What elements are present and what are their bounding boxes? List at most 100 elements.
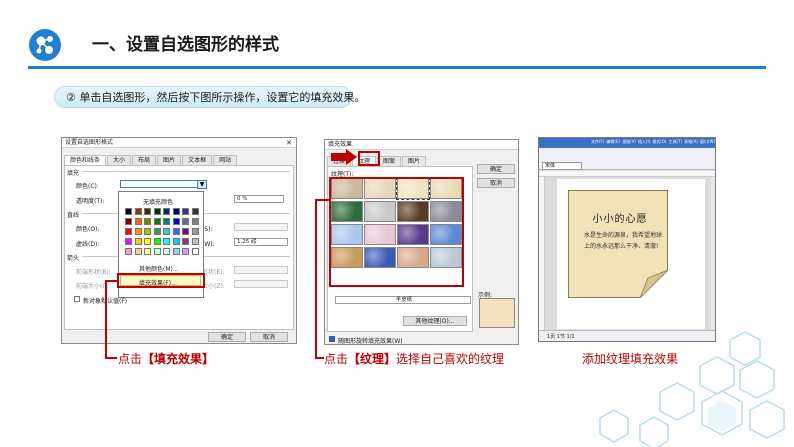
vertical-scrollbar[interactable] [711,177,715,330]
color-swatch[interactable] [172,228,180,235]
color-swatch[interactable] [163,248,170,255]
shape-body-text: 水是生命的源泉，我希望地球上的水永远那么干净、清澈! [584,232,663,250]
color-swatch[interactable] [125,248,132,255]
color-swatch[interactable] [125,228,132,235]
no-fill-option[interactable]: 无填充颜色 [143,197,173,206]
tab-picture[interactable]: 图片 [157,155,182,165]
cancel-button[interactable]: 取消 [477,178,515,188]
tab-size[interactable]: 大小 [107,155,132,165]
line-color-label: 颜色(O): [76,226,100,233]
other-texture-button[interactable]: 其他纹理(O)... [403,316,467,326]
tab-picture[interactable]: 图片 [402,156,427,166]
ok-button[interactable]: 确定 [208,332,246,342]
color-swatch[interactable] [182,238,189,245]
color-swatch[interactable] [153,208,161,215]
font-dropdown[interactable]: 宋体 [542,162,582,170]
weight-field[interactable]: 1.25 磅 [234,238,288,246]
color-swatch[interactable] [191,238,199,245]
tab-layout[interactable]: 布局 [132,155,157,165]
color-swatch[interactable] [172,208,180,215]
callout-line [105,357,117,359]
color-swatch[interactable] [191,208,199,215]
color-swatch[interactable] [172,248,180,255]
tab-colors-lines[interactable]: 颜色和线条 [64,155,107,165]
color-swatch[interactable] [182,248,189,255]
default-checkbox[interactable] [74,296,80,302]
color-swatch[interactable] [163,208,170,215]
page-title: 一、设置自选图形的样式 [92,35,279,55]
word-menu-item[interactable]: 插入(I) [638,139,650,145]
ruler [539,171,715,177]
color-swatch[interactable] [172,238,180,245]
word-menu-item[interactable]: 表格(A) [684,139,698,145]
color-swatch[interactable] [134,238,142,245]
color-swatch[interactable] [163,228,170,235]
hexagon-decoration-icon [599,331,785,447]
fill-color-dropdown[interactable] [120,180,204,188]
color-swatch[interactable] [125,208,132,215]
chevron-down-icon[interactable]: ▼ [197,180,207,189]
color-swatch[interactable] [163,218,170,225]
color-swatch[interactable] [134,248,142,255]
begin-style-label: 前端形状(B): [76,269,111,276]
line-section-label: 直线 [67,212,80,219]
caption-keyword: 【纹理】 [348,352,397,366]
shape-heading: 小小的心愿 [592,214,648,225]
texture-grid-callout-box [329,177,464,287]
word-menu-item[interactable]: 格式(O) [652,139,666,145]
callout-line [315,357,324,359]
color-swatch[interactable] [153,228,161,235]
color-swatch[interactable] [144,238,151,245]
close-icon[interactable]: ✕ [286,138,292,148]
caption-suffix: 选择自己喜欢的纹理 [396,352,505,366]
color-swatch[interactable] [172,218,180,225]
divider [82,171,290,172]
sample-preview [479,298,515,328]
color-swatch[interactable] [182,228,189,235]
cancel-button[interactable]: 取消 [250,332,288,342]
end-size-dropdown[interactable] [234,280,288,288]
transparency-field[interactable]: 0 % [234,195,284,203]
color-swatch[interactable] [125,218,132,225]
slide: 一、设置自选图形的样式 ② 单击自选图形，然后按下图所示操作，设置它的填充效果。… [0,0,794,447]
color-swatch[interactable] [125,238,132,245]
instruction-text: ② 单击自选图形，然后按下图所示操作，设置它的填充效果。 [66,91,366,104]
caption-prefix: 点击 [118,352,143,366]
end-style-dropdown[interactable] [234,266,288,274]
color-swatch[interactable] [153,238,161,245]
color-swatch[interactable] [153,248,161,255]
status-text: 1页 1节 1/1 [547,334,575,340]
word-menu-item[interactable]: 编辑(E) [606,139,620,145]
color-swatch[interactable] [191,248,199,255]
color-swatch[interactable] [153,218,161,225]
fill-color-label: 颜色(C): [76,183,99,190]
rotate-checkbox[interactable] [329,336,335,342]
more-colors-option[interactable]: 其他颜色(M)... [139,264,179,273]
word-menu-item[interactable]: 文件(F) [591,139,604,145]
word-menu-item[interactable]: 窗口(W) [700,139,715,145]
color-swatch[interactable] [191,218,199,225]
callout-line [315,199,330,201]
ok-button[interactable]: 确定 [477,164,515,174]
color-swatch[interactable] [144,248,151,255]
word-menu-bar: 文件(F) 编辑(E) 视图(V) 插入(I) 格式(O) 工具(T) 表格(A) 窗口(W)… [591,139,715,145]
color-swatch[interactable] [144,228,151,235]
line-style-dropdown[interactable] [234,223,288,231]
color-swatch[interactable] [134,228,142,235]
tab-textbox[interactable]: 文本框 [182,155,213,165]
color-swatch[interactable] [182,218,189,225]
tab-pattern[interactable]: 图案 [377,156,402,166]
word-menu-item[interactable]: 工具(T) [669,139,683,145]
color-swatch[interactable] [163,238,170,245]
begin-size-label: 前端大小(I): [76,283,109,290]
color-swatch[interactable] [191,228,199,235]
color-swatch[interactable] [182,208,189,215]
tab-web[interactable]: 网站 [213,155,238,165]
color-swatch[interactable] [144,218,151,225]
color-swatch[interactable] [134,208,142,215]
callout-line [105,280,107,359]
color-swatch[interactable] [144,208,151,215]
word-menu-item[interactable]: 视图(V) [622,139,636,145]
color-swatch[interactable] [134,218,142,225]
caption-texture: 点击【纹理】选择自己喜欢的纹理 [324,350,504,367]
